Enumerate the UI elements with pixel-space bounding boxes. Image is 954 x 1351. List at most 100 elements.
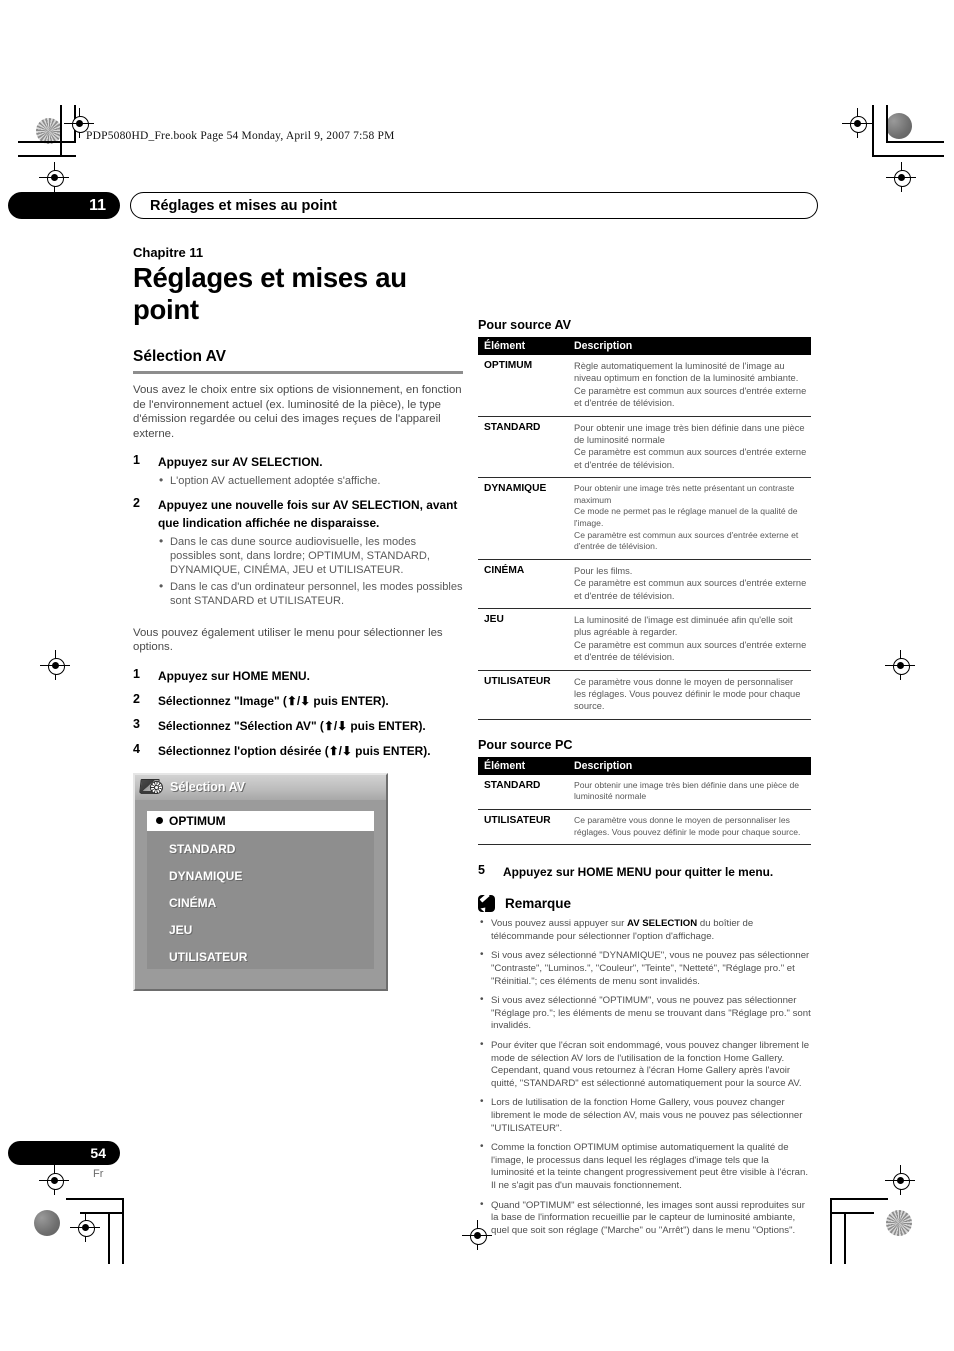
step-number: 4 [133, 741, 140, 756]
osd-option-cinema[interactable]: CINÉMA [147, 892, 374, 915]
column-header-description: Description [568, 337, 811, 355]
page-number-tab: 54 [8, 1141, 120, 1165]
selected-bullet-icon [156, 817, 163, 825]
footer-language-code: Fr [93, 1168, 104, 1180]
osd-option-jeu[interactable]: JEU [147, 919, 374, 942]
osd-title-label: Sélection AV [170, 780, 246, 795]
cell-description: Pour les films. Ce paramètre est commun a… [568, 559, 811, 610]
osd-title-bar: Sélection AV [135, 774, 386, 800]
cell-item: STANDARD [478, 774, 568, 811]
cell-item: OPTIMUM [478, 355, 568, 417]
osd-option-dynamique[interactable]: DYNAMIQUE [147, 865, 374, 888]
running-head-title: Réglages et mises au point [150, 197, 337, 214]
step-item: 4 Sélectionnez l'option désirée (⬆/⬇ pui… [133, 742, 463, 760]
registration-mark-tr-a [842, 108, 872, 138]
step-text: Appuyez sur HOME MENU pour quitter le me… [503, 865, 774, 880]
steps-home-menu: 1 Appuyez sur HOME MENU. 2 Sélectionnez … [133, 667, 463, 760]
step-bullets: L'option AV actuellement adoptée s'affic… [158, 473, 463, 488]
table-row: CINÉMA Pour les films. Ce paramètre est c… [478, 559, 811, 610]
step-number: 2 [133, 495, 140, 510]
page-title: Réglages et mises au point [133, 262, 407, 325]
bullet-item: Dans le cas dune source audiovisuelle, l… [158, 534, 463, 578]
step-item: 3 Sélectionnez "Sélection AV" (⬆/⬇ puis … [133, 717, 463, 735]
cell-description: Règle automatiquement la luminosité de l… [568, 355, 811, 417]
column-header-item: Élément [478, 337, 568, 355]
note-item: Lors de lutilisation de la fonction Home… [478, 1096, 811, 1135]
osd-option-standard[interactable]: STANDARD [147, 838, 374, 861]
step-item: 1 Appuyez sur AV SELECTION. L'option AV … [133, 453, 463, 488]
right-column: Pour source AV Élément Description OPTIM… [478, 318, 811, 1244]
cell-item: JEU [478, 608, 568, 671]
step-text: Sélectionnez l'option désirée (⬆/⬇ puis … [158, 743, 431, 758]
step-text: Sélectionnez "Image" (⬆/⬇ puis ENTER). [158, 693, 389, 708]
chapter-label: Chapitre 11 [133, 245, 204, 260]
step-text: Appuyez sur HOME MENU. [158, 668, 310, 683]
registration-mark-tl-b [39, 162, 69, 192]
osd-window: Sélection AV OPTIMUM STANDARD DYNAMIQUE [133, 772, 388, 991]
cell-description: Pour obtenir une image très nette présen… [568, 477, 811, 560]
note-list: Vous pouvez aussi appuyer sur AV SELECTI… [478, 917, 811, 1238]
step-text: Appuyez sur AV SELECTION. [158, 455, 323, 470]
step-text: Appuyez une nouvelle fois sur AV SELECTI… [158, 497, 458, 530]
table-row: UTILISATEUR Ce paramètre vous donne le m… [478, 670, 811, 720]
cell-description: Ce paramètre vous donne le moyen de pers… [568, 809, 811, 846]
step-number: 2 [133, 691, 140, 706]
cell-item: STANDARD [478, 416, 568, 479]
step-number: 1 [133, 666, 140, 681]
left-column: Chapitre 11 Réglages et mises au point S… [133, 245, 463, 991]
color-target-bottom-right [886, 1210, 912, 1236]
table-row: DYNAMIQUE Pour obtenir une image très ne… [478, 477, 811, 560]
table-header-row: Élément Description [478, 756, 811, 775]
table-row: STANDARD Pour obtenir une image très bie… [478, 416, 811, 479]
bullet-item: Dans le cas d'un ordinateur personnel, l… [158, 579, 463, 608]
av-source-table: Élément Description OPTIMUM Règle automa… [478, 337, 811, 720]
step-bullets: Dans le cas dune source audiovisuelle, l… [158, 534, 463, 609]
osd-option-label: DYNAMIQUE [169, 869, 243, 884]
print-file-slug: PDP5080HD_Fre.book Page 54 Monday, April… [86, 130, 395, 142]
pc-source-table: Élément Description STANDARD Pour obteni… [478, 756, 811, 846]
step-item: 1 Appuyez sur HOME MENU. [133, 667, 463, 685]
step-item-5: 5 Appuyez sur HOME MENU pour quitter le … [478, 863, 811, 881]
osd-option-label: CINÉMA [169, 896, 217, 911]
running-head-chapter-number: 11 [8, 192, 120, 219]
running-head-capsule: Réglages et mises au point [130, 192, 818, 219]
step-number: 3 [133, 716, 140, 731]
steps-av-selection: 1 Appuyez sur AV SELECTION. L'option AV … [133, 453, 463, 608]
registration-mark-right-mid [885, 650, 915, 680]
cell-item: DYNAMIQUE [478, 477, 568, 560]
cell-description: Pour obtenir une image très bien définie… [568, 416, 811, 479]
osd-illustration: Sélection AV OPTIMUM STANDARD DYNAMIQUE [133, 772, 395, 991]
osd-option-label: UTILISATEUR [169, 950, 248, 965]
osd-option-label: JEU [169, 923, 193, 938]
table-row: OPTIMUM Règle automatiquement la luminos… [478, 355, 811, 417]
registration-mark-bl-a [39, 1165, 69, 1195]
osd-option-utilisateur[interactable]: UTILISATEUR [147, 946, 374, 969]
cell-item: UTILISATEUR [478, 809, 568, 846]
osd-option-label: STANDARD [169, 842, 236, 857]
cell-description: Pour obtenir une image très bien définie… [568, 774, 811, 811]
table-row: STANDARD Pour obtenir une image très bie… [478, 774, 811, 811]
cell-item: UTILISATEUR [478, 670, 568, 720]
note-item: Quand "OPTIMUM" est sélectionné, les ima… [478, 1199, 811, 1238]
density-patch-bottom-left [34, 1210, 60, 1236]
table-row: JEU La luminosité de l'image est diminué… [478, 608, 811, 671]
density-patch-top-right [886, 113, 912, 139]
osd-body: OPTIMUM STANDARD DYNAMIQUE CINÉMA JEU UT… [135, 800, 386, 989]
note-item: Pour éviter que l'écran soit endommagé, … [478, 1039, 811, 1090]
note-item: Si vous avez sélectionné "DYNAMIQUE", vo… [478, 949, 811, 988]
step-item: 2 Sélectionnez "Image" (⬆/⬇ puis ENTER). [133, 692, 463, 710]
step-number: 5 [478, 863, 485, 878]
pencil-note-icon [478, 895, 495, 913]
note-item: Vous pouvez aussi appuyer sur AV SELECTI… [478, 917, 811, 943]
step-text: Sélectionnez "Sélection AV" (⬆/⬇ puis EN… [158, 718, 426, 733]
note-item: Comme la fonction OPTIMUM optimise autom… [478, 1141, 811, 1192]
table-header-row: Élément Description [478, 337, 811, 355]
note-heading: Remarque [478, 895, 811, 913]
step-item: 2 Appuyez une nouvelle fois sur AV SELEC… [133, 496, 463, 609]
step-number: 1 [133, 453, 140, 468]
osd-option-list: OPTIMUM STANDARD DYNAMIQUE CINÉMA JEU UT… [147, 810, 374, 969]
osd-option-optimum[interactable]: OPTIMUM [147, 810, 374, 831]
section-rule [133, 371, 463, 374]
menu-intro: Vous pouvez également utiliser le menu p… [133, 626, 443, 654]
cell-description: Ce paramètre vous donne le moyen de pers… [568, 670, 811, 720]
